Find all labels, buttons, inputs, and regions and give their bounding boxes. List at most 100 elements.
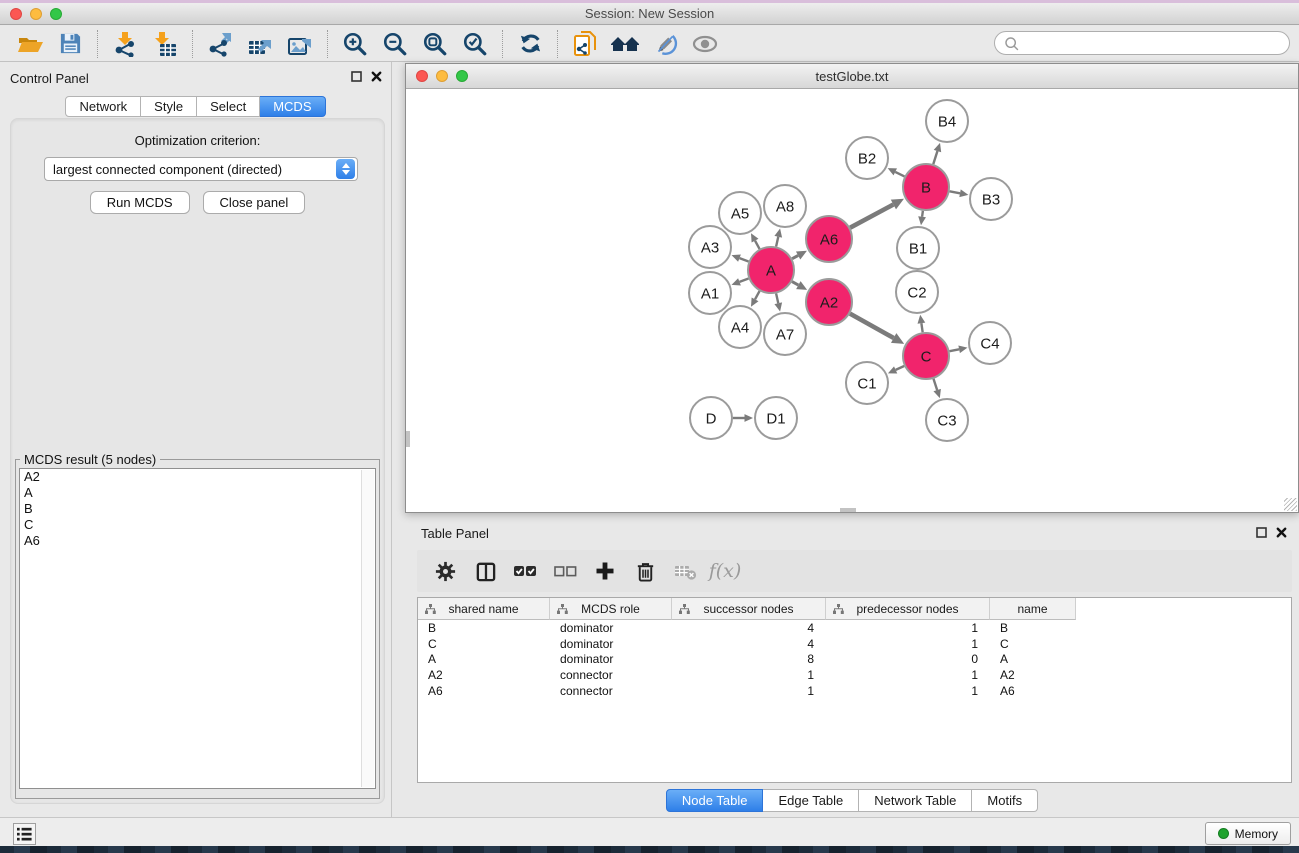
maximize-window-button[interactable] [50, 8, 62, 20]
result-item[interactable]: A2 [20, 469, 375, 485]
new-network-from-selection-button[interactable] [565, 28, 605, 60]
graph-edge-A-A4[interactable] [755, 291, 759, 299]
tab-edge-table[interactable]: Edge Table [763, 789, 859, 812]
table-cell[interactable]: 1 [672, 684, 826, 698]
export-image-button[interactable] [280, 28, 320, 60]
graph-edge-C-C4[interactable] [950, 349, 960, 351]
tab-network[interactable]: Network [65, 96, 141, 117]
export-table-button[interactable] [240, 28, 280, 60]
delete-column-button[interactable] [627, 555, 663, 587]
zoom-out-button[interactable] [375, 28, 415, 60]
column-header-name[interactable]: name [990, 598, 1076, 620]
export-network-button[interactable] [200, 28, 240, 60]
table-cell[interactable]: A2 [990, 668, 1076, 682]
network-maximize-button[interactable] [456, 70, 468, 82]
search-field[interactable] [994, 31, 1290, 55]
home-button[interactable] [605, 28, 645, 60]
graph-edge-A6-B[interactable] [850, 204, 893, 227]
table-cell[interactable]: 4 [672, 637, 826, 651]
network-canvas[interactable]: B4B2BB3A8A5A6B1A3AA1C2A2A4A7C4CC1C3DD1 [406, 89, 1298, 512]
graph-edge-B-B1[interactable] [922, 211, 923, 217]
zoom-in-button[interactable] [335, 28, 375, 60]
table-cell[interactable]: 8 [672, 652, 826, 666]
add-column-button[interactable] [587, 555, 623, 587]
import-network-button[interactable] [105, 28, 145, 60]
graph-edge-A-A8[interactable] [776, 237, 778, 247]
column-header-successor-nodes[interactable]: successor nodes [672, 598, 826, 620]
close-window-button[interactable] [10, 8, 22, 20]
close-panel-button[interactable]: Close panel [203, 191, 306, 214]
mcds-result-list[interactable]: A2ABCA6 [19, 468, 376, 789]
table-row[interactable]: A6connector11A6 [418, 683, 1291, 699]
result-item[interactable]: A6 [20, 533, 375, 549]
tab-network-table[interactable]: Network Table [859, 789, 972, 812]
zoom-selected-button[interactable] [455, 28, 495, 60]
open-session-button[interactable] [10, 28, 50, 60]
table-cell[interactable]: A6 [418, 684, 550, 698]
close-panel-icon[interactable] [370, 70, 383, 83]
float-panel-icon[interactable] [350, 70, 363, 83]
table-cell[interactable]: 4 [672, 621, 826, 635]
tab-select[interactable]: Select [197, 96, 260, 117]
criterion-dropdown[interactable]: largest connected component (directed) [44, 157, 358, 181]
network-hscroll-thumb[interactable] [840, 508, 856, 512]
table-settings-button[interactable] [427, 555, 463, 587]
result-item[interactable]: C [20, 517, 375, 533]
graph-edge-A-A3[interactable] [739, 258, 748, 261]
graph-edge-C-C2[interactable] [921, 323, 922, 332]
delete-table-button[interactable] [667, 555, 703, 587]
graph-edge-B-B2[interactable] [895, 172, 904, 177]
graph-edge-A-A6[interactable] [792, 255, 798, 258]
column-header-MCDS-role[interactable]: MCDS role [550, 598, 672, 620]
show-columns-button[interactable] [467, 555, 503, 587]
table-cell[interactable]: connector [550, 668, 672, 682]
table-cell[interactable]: 0 [826, 652, 990, 666]
table-cell[interactable]: dominator [550, 652, 672, 666]
column-header-shared-name[interactable]: shared name [418, 598, 550, 620]
table-row[interactable]: Adominator80A [418, 651, 1291, 667]
table-cell[interactable]: connector [550, 684, 672, 698]
network-vscroll-thumb[interactable] [406, 431, 410, 447]
column-header-predecessor-nodes[interactable]: predecessor nodes [826, 598, 990, 620]
tab-mcds[interactable]: MCDS [260, 96, 325, 117]
graph-edge-A-A1[interactable] [739, 278, 748, 281]
tab-style[interactable]: Style [141, 96, 197, 117]
select-all-columns-button[interactable] [507, 555, 543, 587]
result-item[interactable]: A [20, 485, 375, 501]
graph-edge-A-A5[interactable] [755, 241, 759, 249]
minimize-window-button[interactable] [30, 8, 42, 20]
close-table-panel-icon[interactable] [1275, 526, 1288, 539]
table-cell[interactable]: C [418, 637, 550, 651]
table-cell[interactable]: A [418, 652, 550, 666]
table-cell[interactable]: 1 [826, 637, 990, 651]
graph-edge-B-B3[interactable] [950, 191, 960, 193]
table-cell[interactable]: C [990, 637, 1076, 651]
import-table-button[interactable] [145, 28, 185, 60]
show-hide-eye-button[interactable] [685, 28, 725, 60]
table-row[interactable]: Cdominator41C [418, 636, 1291, 652]
save-session-button[interactable] [50, 28, 90, 60]
table-cell[interactable]: A [990, 652, 1076, 666]
table-cell[interactable]: B [418, 621, 550, 635]
memory-button[interactable]: Memory [1205, 822, 1291, 845]
hide-annotations-button[interactable] [645, 28, 685, 60]
table-cell[interactable]: 1 [826, 621, 990, 635]
tab-node-table[interactable]: Node Table [666, 789, 764, 812]
graph-edge-A-A7[interactable] [776, 293, 778, 303]
float-table-panel-icon[interactable] [1255, 526, 1268, 539]
table-row[interactable]: Bdominator41B [418, 620, 1291, 636]
table-cell[interactable]: dominator [550, 621, 672, 635]
table-cell[interactable]: 1 [826, 684, 990, 698]
zoom-fit-button[interactable] [415, 28, 455, 60]
deselect-all-columns-button[interactable] [547, 555, 583, 587]
network-close-button[interactable] [416, 70, 428, 82]
table-cell[interactable]: 1 [672, 668, 826, 682]
table-cell[interactable]: 1 [826, 668, 990, 682]
network-resize-grip[interactable] [1284, 498, 1297, 511]
run-mcds-button[interactable]: Run MCDS [90, 191, 190, 214]
refresh-button[interactable] [510, 28, 550, 60]
result-item[interactable]: B [20, 501, 375, 517]
table-cell[interactable]: B [990, 621, 1076, 635]
graph-edge-C-C1[interactable] [896, 366, 905, 370]
table-cell[interactable]: A2 [418, 668, 550, 682]
